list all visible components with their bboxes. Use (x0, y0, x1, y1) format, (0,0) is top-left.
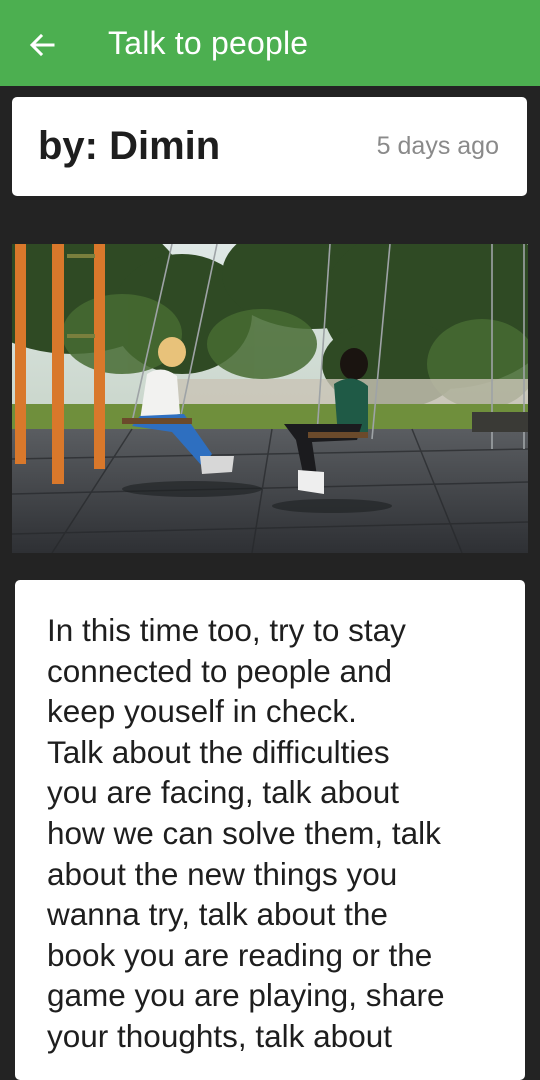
author-name: by: Dimin (38, 124, 221, 168)
arrow-left-icon (29, 33, 55, 57)
back-button[interactable] (22, 25, 62, 65)
author-card: by: Dimin 5 days ago (12, 97, 527, 196)
post-body-card: In this time too, try to stay connected … (15, 580, 525, 1080)
page-title: Talk to people (108, 25, 309, 61)
post-body-text: In this time too, try to stay connected … (47, 612, 445, 1054)
post-image (12, 244, 528, 553)
post-timestamp: 5 days ago (376, 132, 499, 160)
app-bar: Talk to people (0, 0, 540, 86)
